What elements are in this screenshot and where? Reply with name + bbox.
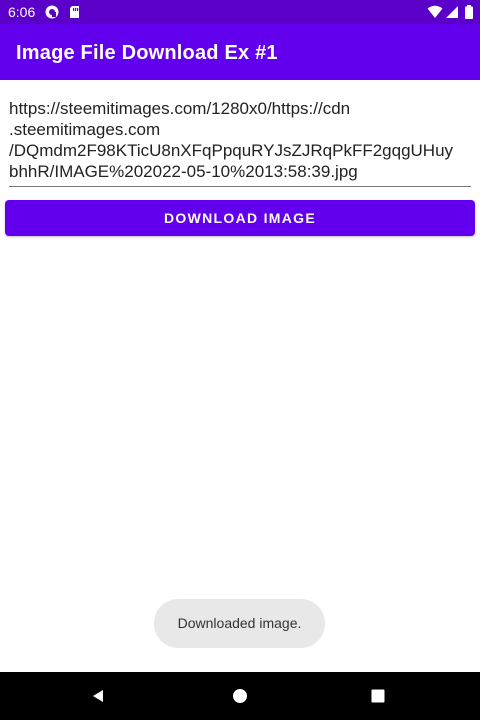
sim-card-icon [70, 6, 79, 18]
url-input-text[interactable]: https://steemitimages.com/1280x0/https:/… [9, 98, 471, 182]
toast-message: Downloaded image. [154, 599, 325, 648]
back-icon[interactable] [90, 688, 106, 704]
url-input[interactable]: https://steemitimages.com/1280x0/https:/… [9, 96, 471, 187]
home-icon[interactable] [232, 688, 248, 704]
status-time: 6:06 [8, 4, 36, 20]
wifi-icon [427, 5, 443, 18]
navigation-bar [0, 672, 480, 720]
app-notification-icon [45, 5, 59, 19]
recents-icon[interactable] [370, 688, 386, 704]
app-title: Image File Download Ex #1 [16, 42, 278, 64]
download-image-button[interactable]: DOWNLOAD IMAGE [5, 200, 475, 236]
signal-icon [446, 6, 458, 18]
battery-icon [465, 5, 473, 19]
app-bar: Image File Download Ex #1 [0, 24, 480, 80]
status-bar: 6:06 [0, 0, 480, 24]
